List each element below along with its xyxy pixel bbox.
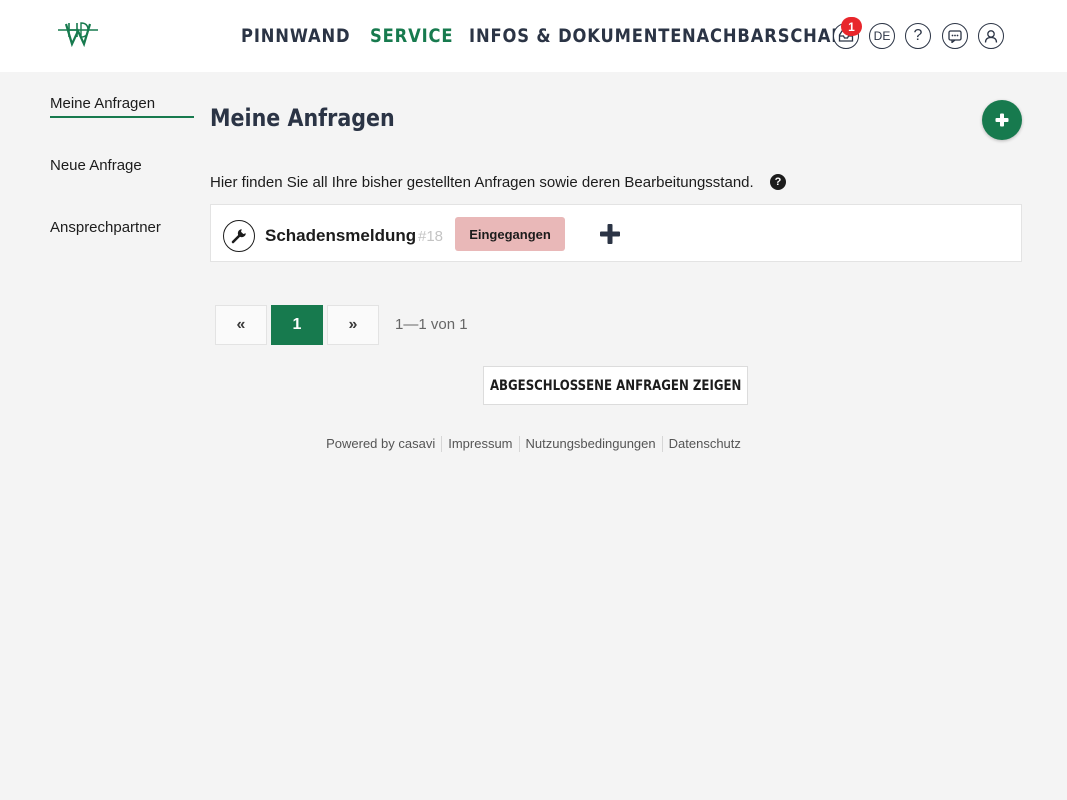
nav-pinnwand[interactable]: PINNWAND	[241, 25, 350, 47]
sidebar-item-ansprechpartner[interactable]: Ansprechpartner	[50, 219, 161, 236]
nav-infos-dokumente[interactable]: INFOS & DOKUMENTE	[469, 25, 682, 47]
status-badge: Eingegangen	[455, 217, 565, 251]
user-icon[interactable]	[978, 23, 1004, 49]
add-request-button[interactable]	[982, 100, 1022, 140]
chat-icon[interactable]	[942, 23, 968, 49]
help-icon[interactable]: ?	[905, 23, 931, 49]
show-closed-requests-button[interactable]: ABGESCHLOSSENE ANFRAGEN ZEIGEN	[483, 366, 748, 405]
help-question-icon[interactable]: ?	[770, 174, 786, 190]
pagination-prev-button[interactable]: «	[215, 305, 267, 345]
show-closed-requests-label: ABGESCHLOSSENE ANFRAGEN ZEIGEN	[489, 377, 742, 394]
wrench-icon	[223, 220, 255, 252]
footer-powered-by: Powered by casavi	[326, 436, 436, 451]
nav-nachbarschaft[interactable]: NACHBARSCHAFT	[682, 25, 855, 47]
pagination-page-button[interactable]: 1	[271, 305, 323, 345]
nav-service[interactable]: SERVICE	[370, 25, 453, 47]
top-header: PINNWAND SERVICE INFOS & DOKUMENTE NACHB…	[0, 0, 1067, 72]
request-title[interactable]: Schadensmeldung	[265, 226, 416, 246]
request-number: #18	[418, 228, 444, 245]
pagination-next-button[interactable]: »	[327, 305, 379, 345]
footer: Powered by casavi Impressum Nutzungsbedi…	[0, 436, 1067, 452]
intro-text: Hier finden Sie all Ihre bisher gestellt…	[210, 174, 754, 191]
footer-link-nutzungsbedingungen[interactable]: Nutzungsbedingungen	[518, 436, 662, 452]
sidebar-item-meine-anfragen[interactable]: Meine Anfragen	[50, 95, 155, 112]
pagination-info: 1—1 von 1	[395, 316, 468, 333]
logo-icon[interactable]	[56, 20, 100, 50]
request-card[interactable]: Schadensmeldung #18 Eingegangen	[210, 204, 1022, 262]
page-title: Meine Anfragen	[210, 104, 395, 132]
notification-badge: 1	[841, 17, 862, 36]
expand-plus-icon[interactable]	[597, 221, 623, 247]
sidebar-active-indicator	[50, 116, 194, 118]
language-selector[interactable]: DE	[869, 23, 895, 49]
footer-link-impressum[interactable]: Impressum	[441, 436, 518, 452]
sidebar-item-neue-anfrage[interactable]: Neue Anfrage	[50, 157, 142, 174]
plus-icon	[995, 113, 1009, 127]
footer-link-datenschutz[interactable]: Datenschutz	[661, 436, 747, 452]
